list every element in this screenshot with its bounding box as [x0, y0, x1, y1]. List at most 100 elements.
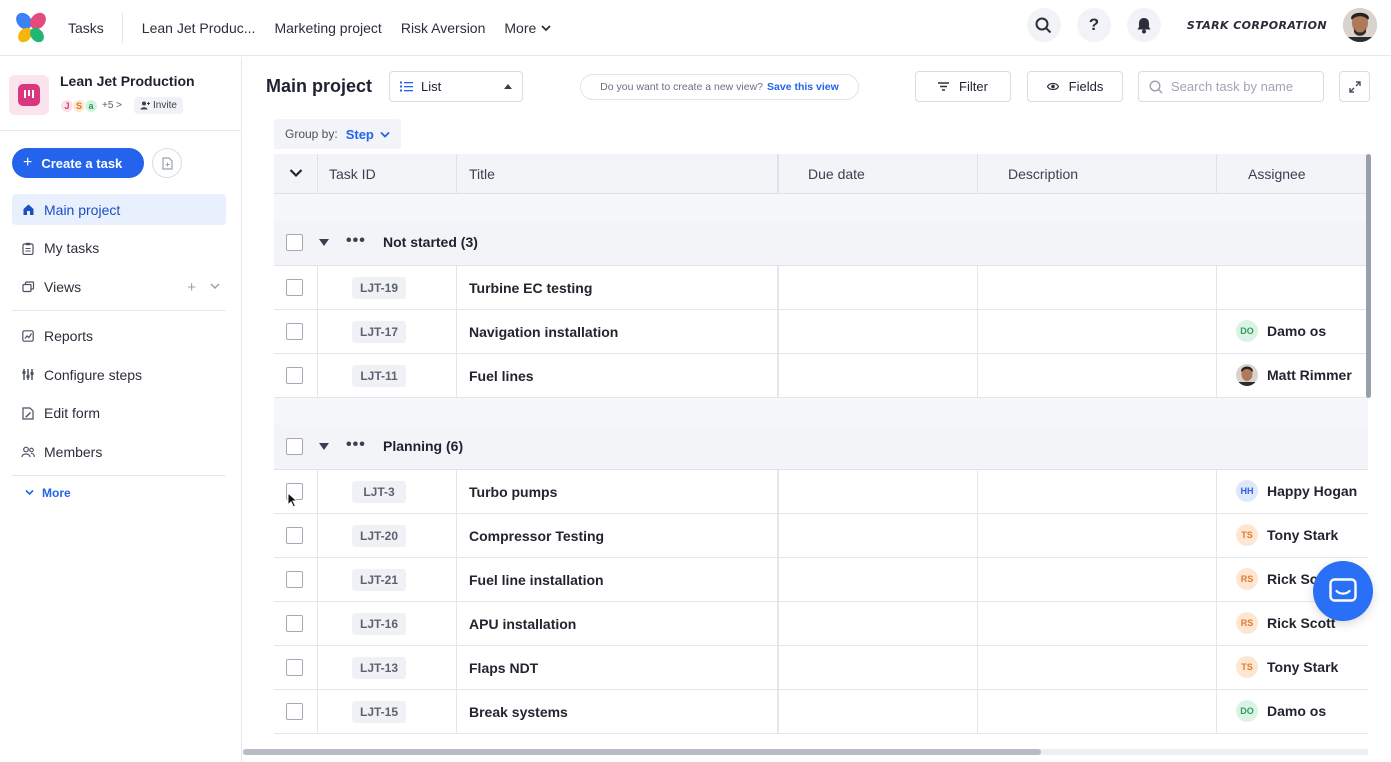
- save-view-question: Do you want to create a new view?: [600, 81, 764, 93]
- notifications-button[interactable]: [1126, 8, 1161, 42]
- chart-icon: [21, 329, 35, 343]
- table-row[interactable]: LJT-11 Fuel lines Matt Rimmer: [274, 354, 1368, 398]
- caret-down-icon[interactable]: [319, 443, 329, 451]
- chat-support-button[interactable]: [1313, 561, 1373, 621]
- save-view-link[interactable]: Save this view: [767, 81, 839, 93]
- assignee-cell[interactable]: TS Tony Stark: [1236, 656, 1338, 678]
- user-avatar[interactable]: [1343, 8, 1377, 42]
- group-by-control[interactable]: Group by: Step: [274, 119, 401, 149]
- assignee-cell[interactable]: HH Happy Hogan: [1236, 480, 1357, 502]
- table-row[interactable]: LJT-16 APU installation RS Rick Scott: [274, 602, 1368, 646]
- sidebar-item-my-tasks[interactable]: My tasks: [12, 233, 226, 264]
- sidebar-more-button[interactable]: More: [12, 486, 226, 500]
- search-button[interactable]: [1026, 8, 1061, 42]
- import-document-button[interactable]: [152, 148, 182, 178]
- column-header-title[interactable]: Title: [469, 154, 495, 194]
- add-view-icon[interactable]: +: [187, 279, 196, 296]
- assignee-cell[interactable]: TS Tony Stark: [1236, 524, 1338, 546]
- task-title[interactable]: Fuel line installation: [469, 558, 604, 602]
- assignee-cell[interactable]: DO Damo os: [1236, 320, 1326, 342]
- table-row[interactable]: LJT-17 Navigation installation DO Damo o…: [274, 310, 1368, 354]
- task-title[interactable]: Compressor Testing: [469, 514, 604, 558]
- more-options-icon[interactable]: •••: [346, 436, 366, 454]
- search-icon: [1035, 17, 1052, 33]
- sidebar-item-label: Views: [44, 278, 82, 295]
- table-row[interactable]: LJT-13 Flaps NDT TS Tony Stark: [274, 646, 1368, 690]
- more-members-count[interactable]: +5 >: [102, 100, 122, 111]
- task-title[interactable]: Turbo pumps: [469, 470, 557, 514]
- row-checkbox[interactable]: [286, 323, 303, 340]
- sidebar-item-label: Members: [44, 443, 103, 460]
- table-row[interactable]: LJT-3 Turbo pumps HH Happy Hogan: [274, 470, 1368, 514]
- collapse-all-chevron-icon[interactable]: [289, 168, 303, 178]
- sidebar-divider: [12, 309, 226, 311]
- column-header-description[interactable]: Description: [1008, 154, 1078, 194]
- task-title[interactable]: Turbine EC testing: [469, 266, 592, 310]
- table-row[interactable]: LJT-15 Break systems DO Damo os: [274, 690, 1368, 734]
- expand-button[interactable]: [1339, 71, 1370, 102]
- top-tasks-link[interactable]: Tasks: [68, 12, 123, 43]
- task-title[interactable]: Fuel lines: [469, 354, 534, 398]
- search-task-input[interactable]: [1171, 79, 1321, 94]
- invite-button[interactable]: Invite: [134, 97, 183, 114]
- row-checkbox[interactable]: [286, 615, 303, 632]
- create-task-button[interactable]: + Create a task: [12, 148, 144, 178]
- help-button[interactable]: ?: [1076, 8, 1111, 42]
- search-task-field[interactable]: [1138, 71, 1324, 102]
- sidebar-item-reports[interactable]: Reports: [12, 321, 226, 352]
- group-checkbox[interactable]: [286, 234, 303, 251]
- view-select[interactable]: List: [389, 71, 523, 102]
- sidebar-item-views[interactable]: Views +: [12, 271, 226, 302]
- table-row[interactable]: LJT-20 Compressor Testing TS Tony Stark: [274, 514, 1368, 558]
- filter-icon: [938, 82, 950, 91]
- group-row-planning: ••• Planning (6): [274, 425, 1368, 470]
- horizontal-scrollbar[interactable]: [243, 749, 1041, 755]
- layers-icon: [21, 280, 35, 294]
- assignee-cell[interactable]: Matt Rimmer: [1236, 364, 1352, 386]
- vertical-scrollbar[interactable]: [1366, 154, 1371, 398]
- sidebar-item-configure-steps[interactable]: Configure steps: [12, 359, 226, 390]
- row-checkbox[interactable]: [286, 367, 303, 384]
- sidebar-item-members[interactable]: Members: [12, 436, 226, 467]
- assignee-cell[interactable]: DO Damo os: [1236, 700, 1326, 722]
- task-title[interactable]: Navigation installation: [469, 310, 618, 354]
- column-header-task-id[interactable]: Task ID: [329, 154, 376, 194]
- app-logo-icon[interactable]: [14, 11, 48, 45]
- caret-down-icon[interactable]: [319, 239, 329, 247]
- sidebar-item-main-project[interactable]: Main project: [12, 194, 226, 225]
- table-row[interactable]: LJT-21 Fuel line installation RS Rick Sc: [274, 558, 1368, 602]
- project-header: Lean Jet Production J S a +5 > Invite: [0, 57, 241, 131]
- top-nav-more-button[interactable]: More: [504, 20, 551, 36]
- assignee-name: Damo os: [1267, 323, 1327, 339]
- top-nav-item-marketing[interactable]: Marketing project: [274, 20, 381, 36]
- table-row[interactable]: LJT-19 Turbine EC testing: [274, 266, 1368, 310]
- chevron-down-icon[interactable]: [210, 279, 220, 293]
- group-label: Planning (6): [383, 438, 464, 454]
- assignee-cell[interactable]: RS Rick Sc: [1236, 568, 1318, 590]
- more-options-icon[interactable]: •••: [346, 232, 366, 250]
- column-header-assignee[interactable]: Assignee: [1248, 154, 1306, 194]
- top-nav-item-lean-jet[interactable]: Lean Jet Produc...: [142, 20, 256, 36]
- task-title[interactable]: Break systems: [469, 690, 568, 734]
- row-checkbox[interactable]: [286, 527, 303, 544]
- task-id-badge: LJT-11: [352, 365, 406, 387]
- project-members[interactable]: J S a +5 > Invite: [60, 97, 183, 114]
- avatar: RS: [1236, 612, 1258, 634]
- group-label: Not started (3): [383, 234, 478, 250]
- row-checkbox[interactable]: [286, 571, 303, 588]
- task-title[interactable]: Flaps NDT: [469, 646, 538, 690]
- row-checkbox[interactable]: [286, 279, 303, 296]
- sidebar-item-edit-form[interactable]: Edit form: [12, 398, 226, 429]
- assignee-cell[interactable]: RS Rick Scott: [1236, 612, 1335, 634]
- top-nav-item-risk[interactable]: Risk Aversion: [401, 20, 486, 36]
- sidebar-item-label: Main project: [44, 201, 121, 218]
- filter-button[interactable]: Filter: [915, 71, 1011, 102]
- row-checkbox[interactable]: [286, 659, 303, 676]
- fields-button[interactable]: Fields: [1027, 71, 1123, 102]
- row-checkbox[interactable]: [286, 703, 303, 720]
- task-title[interactable]: APU installation: [469, 602, 576, 646]
- group-checkbox[interactable]: [286, 438, 303, 455]
- steps-icon: [21, 368, 35, 382]
- column-header-due-date[interactable]: Due date: [808, 154, 865, 194]
- assignee-name: Rick Sc: [1267, 571, 1318, 587]
